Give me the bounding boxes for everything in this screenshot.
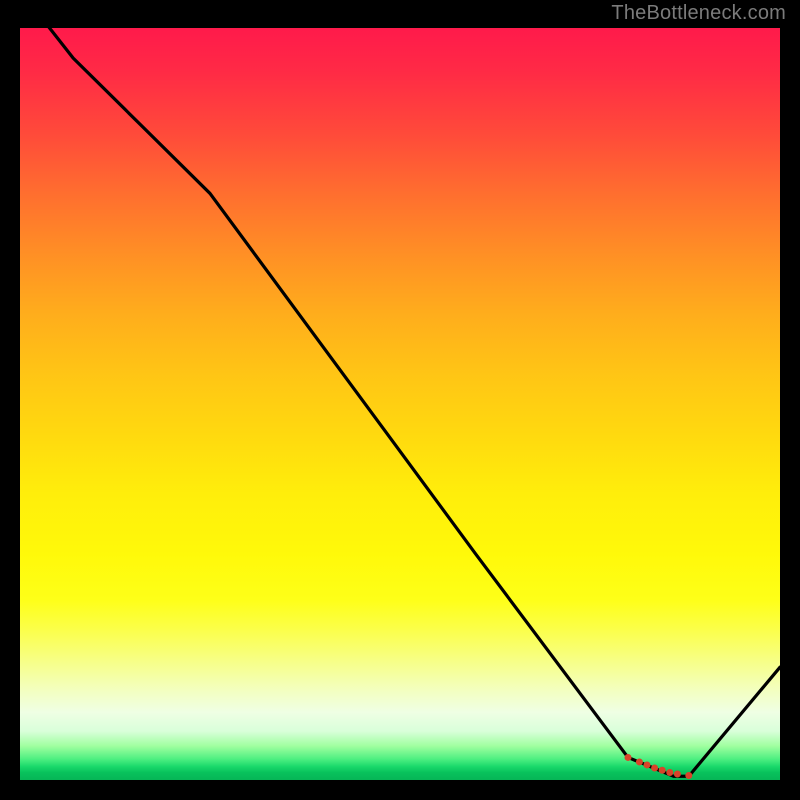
series-marker [666,769,673,776]
series-marker [636,758,643,765]
series-marker [644,761,651,768]
series-line [20,28,780,776]
plot-frame [20,28,780,780]
series-marker [651,764,658,771]
watermark-text: TheBottleneck.com [611,2,786,25]
chart-stage: TheBottleneck.com [0,0,800,800]
series-marker [659,767,666,774]
series-marker [674,770,681,777]
series-marker [685,772,692,779]
series-marker [625,754,632,761]
chart-svg [20,28,780,780]
